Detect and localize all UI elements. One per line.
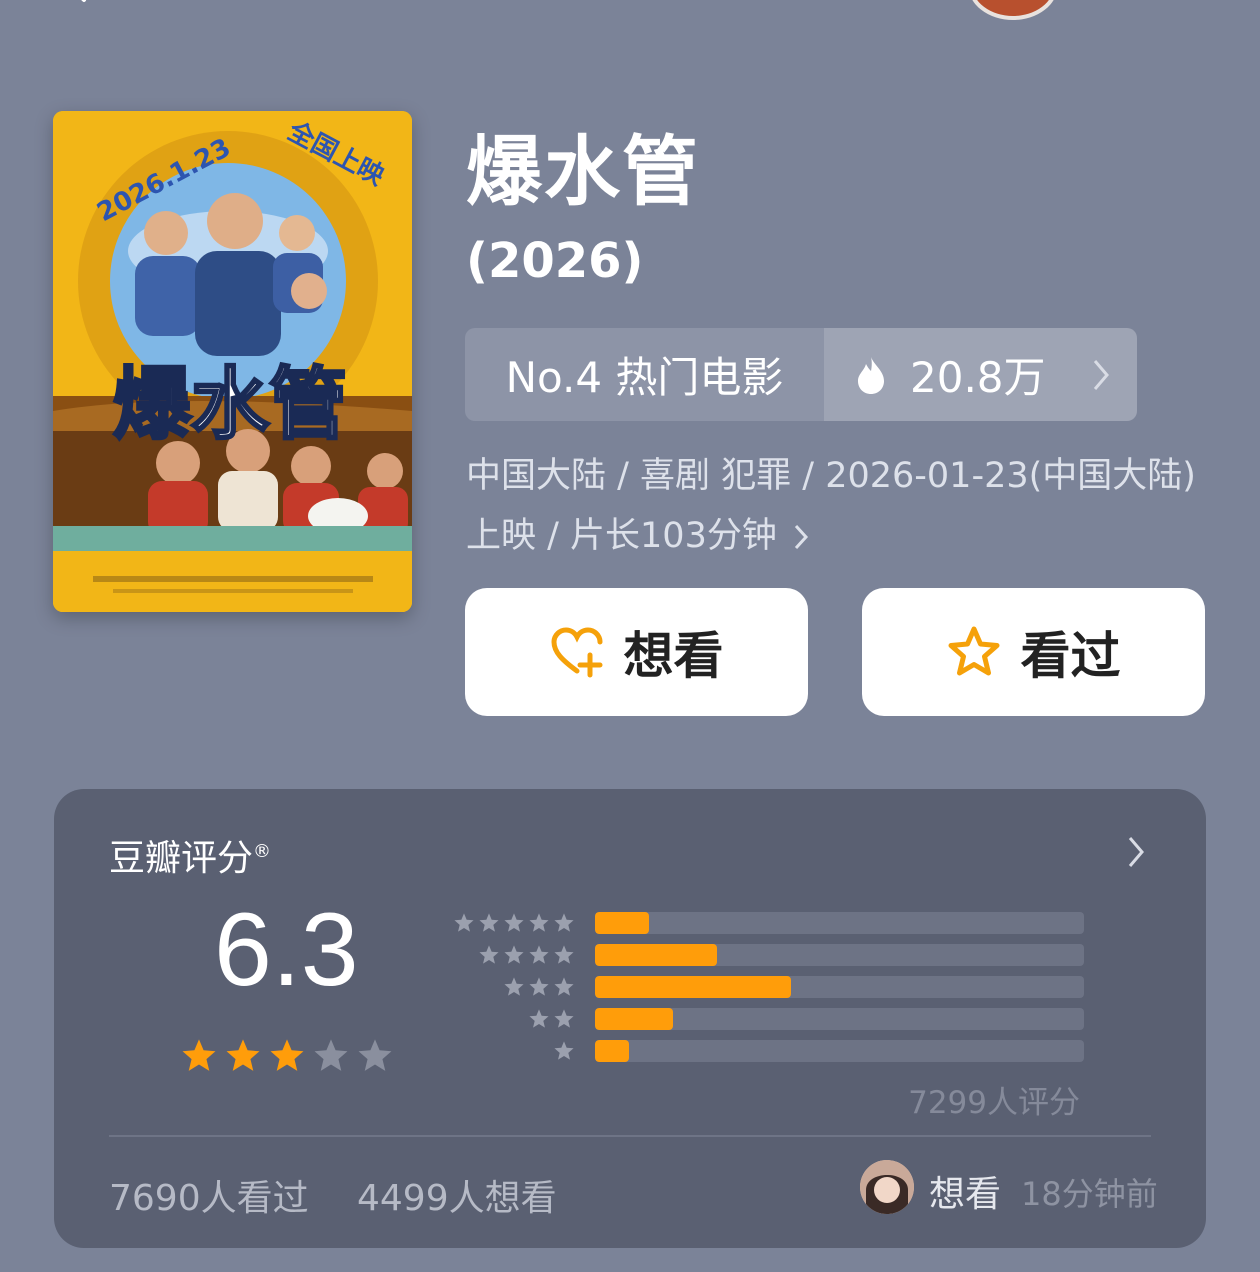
distribution-bar xyxy=(595,912,649,934)
rating-card[interactable]: 豆瓣评分® 6.3 7299人评分 7690人看过 4499人想看 想看 18分… xyxy=(54,789,1206,1248)
want-to-watch-button[interactable]: 想看 xyxy=(465,588,808,716)
rating-title-text: 豆瓣评分 xyxy=(109,838,254,879)
star-icon xyxy=(529,945,549,964)
rating-section-title: 豆瓣评分® xyxy=(109,829,271,881)
friend-action: 想看 xyxy=(929,1174,1002,1215)
want-count[interactable]: 4499人想看 xyxy=(357,1169,557,1221)
star-filled-icon xyxy=(270,1039,304,1071)
star-filled-icon xyxy=(182,1039,216,1071)
chevron-right-icon xyxy=(794,524,808,550)
fire-icon xyxy=(858,356,884,394)
star-icon xyxy=(554,913,574,932)
ranking-pill[interactable]: No.4 热门电影 20.8万 xyxy=(465,328,1137,421)
movie-year: (2026) xyxy=(466,233,644,289)
star-icon xyxy=(454,913,474,932)
distribution-stars xyxy=(434,1008,575,1030)
star-icon xyxy=(504,945,524,964)
rating-distribution xyxy=(434,907,1084,1067)
distribution-row xyxy=(434,1035,1084,1067)
distribution-row xyxy=(434,971,1084,1003)
star-icon xyxy=(554,1041,574,1060)
divider xyxy=(109,1135,1151,1137)
star-filled-icon xyxy=(226,1039,260,1071)
user-avatar[interactable] xyxy=(968,0,1058,20)
star-icon xyxy=(479,913,499,932)
distribution-bar xyxy=(595,944,718,966)
want-label: 想看 xyxy=(623,627,724,685)
heat-button[interactable]: 20.8万 xyxy=(824,328,1137,421)
rating-score: 6.3 xyxy=(214,892,359,1008)
star-empty-icon xyxy=(314,1039,348,1071)
registered-mark: ® xyxy=(253,841,272,862)
star-empty-icon xyxy=(358,1039,392,1071)
friend-time: 18分钟前 xyxy=(1021,1175,1158,1213)
star-icon xyxy=(504,913,524,932)
movie-title: 爆水管 xyxy=(466,127,700,216)
distribution-bar xyxy=(595,1040,630,1062)
rating-count: 7299人评分 xyxy=(908,1085,1080,1121)
distribution-row xyxy=(434,939,1084,971)
rank-label[interactable]: No.4 热门电影 xyxy=(465,328,824,421)
star-icon xyxy=(554,1009,574,1028)
distribution-bar xyxy=(595,976,791,998)
movie-poster[interactable]: 爆水管 2026.1.23 全国上映 xyxy=(53,111,412,612)
star-icon xyxy=(529,977,549,996)
chevron-right-icon[interactable] xyxy=(1126,835,1146,869)
movie-meta[interactable]: 中国大陆 / 喜剧 犯罪 / 2026-01-23(中国大陆)上映 / 片长10… xyxy=(466,446,1226,566)
distribution-bar xyxy=(595,1008,674,1030)
star-icon xyxy=(554,977,574,996)
distribution-track xyxy=(595,944,1084,966)
friend-avatar[interactable] xyxy=(860,1160,914,1214)
heat-value: 20.8万 xyxy=(910,353,1046,402)
star-icon xyxy=(529,1009,549,1028)
watched-button[interactable]: 看过 xyxy=(862,588,1205,716)
movie-meta-text: 中国大陆 / 喜剧 犯罪 / 2026-01-23(中国大陆)上映 / 片长10… xyxy=(466,456,1196,556)
distribution-stars xyxy=(434,976,575,998)
distribution-stars xyxy=(434,1040,575,1062)
distribution-stars xyxy=(434,912,575,934)
star-icon xyxy=(554,945,574,964)
poster-logo: 爆水管 xyxy=(113,360,347,450)
star-icon xyxy=(529,913,549,932)
star-outline-icon xyxy=(948,626,999,676)
distribution-row xyxy=(434,907,1084,939)
distribution-track xyxy=(595,976,1084,998)
heart-plus-icon xyxy=(550,627,602,678)
seen-count[interactable]: 7690人看过 xyxy=(109,1169,309,1221)
distribution-stars xyxy=(434,944,575,966)
distribution-track xyxy=(595,912,1084,934)
poster-artwork: 爆水管 2026.1.23 全国上映 xyxy=(53,111,412,612)
star-icon xyxy=(504,977,524,996)
distribution-row xyxy=(434,1003,1084,1035)
distribution-track xyxy=(595,1008,1084,1030)
distribution-track xyxy=(595,1040,1084,1062)
back-icon[interactable] xyxy=(60,0,90,10)
chevron-right-icon xyxy=(1093,359,1109,390)
seen-label: 看过 xyxy=(1020,627,1121,685)
score-stars xyxy=(180,1037,394,1075)
star-icon xyxy=(479,945,499,964)
